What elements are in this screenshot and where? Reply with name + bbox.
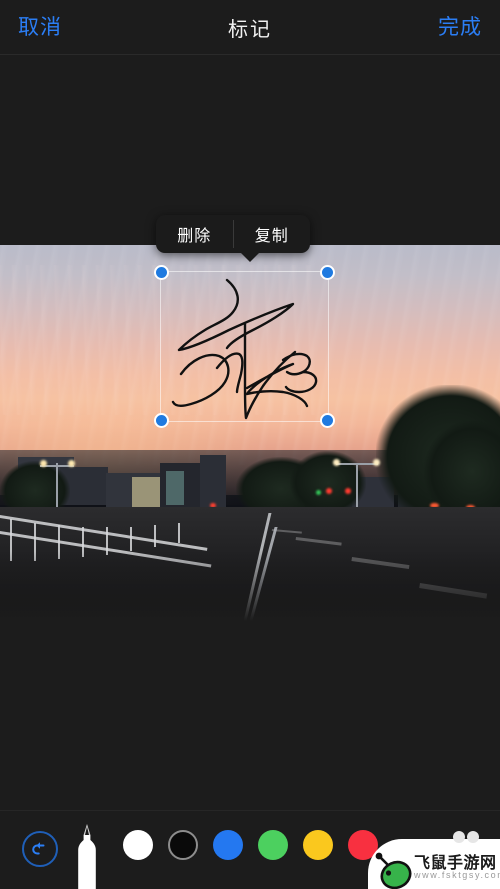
color-swatch-black[interactable] (168, 830, 198, 860)
street-lamp-pole (56, 463, 58, 513)
cancel-button[interactable]: 取消 (18, 17, 62, 38)
color-swatch-yellow[interactable] (303, 830, 333, 860)
color-swatch-blue[interactable] (213, 830, 243, 860)
site-watermark: 飞鼠手游网 www.fsktgsy.com (368, 825, 500, 889)
context-menu-item-delete[interactable]: 删除 (156, 215, 233, 253)
photo-markup-screen: 取消 标记 完成 删除 复制 飞鼠手游网 www.fsktgsy.com (0, 0, 500, 889)
context-menu-item-copy[interactable]: 复制 (234, 215, 311, 253)
selection-handle-top-right[interactable] (320, 265, 335, 280)
building-block (200, 455, 226, 509)
tree (290, 451, 366, 509)
lamp-light (333, 459, 340, 466)
traffic-light-red (345, 488, 351, 494)
sidewalk-fence-post (178, 523, 180, 543)
traffic-light-green (316, 490, 321, 495)
building-block (166, 471, 184, 505)
color-swatch-red[interactable] (348, 830, 378, 860)
selection-handle-bottom-left[interactable] (154, 413, 169, 428)
top-navigation-bar: 取消 标记 完成 (0, 0, 500, 55)
watermark-plate (368, 839, 500, 889)
color-swatch-green[interactable] (258, 830, 288, 860)
undo-button[interactable] (22, 831, 58, 867)
tree (424, 421, 500, 513)
marker-pen-icon (78, 824, 96, 889)
lamp-light (373, 459, 380, 466)
page-title: 标记 (228, 18, 272, 41)
sidewalk-fence-post (154, 525, 156, 547)
selection-handle-bottom-right[interactable] (320, 413, 335, 428)
sidewalk-fence-post (130, 527, 132, 551)
watermark-url: www.fsktgsy.com (414, 870, 500, 880)
marker-pen-tool[interactable] (74, 824, 100, 889)
mouse-logo-icon (375, 852, 412, 889)
context-menu: 删除 复制 (156, 215, 311, 262)
selection-handle-top-left[interactable] (154, 265, 169, 280)
selection-box[interactable] (154, 265, 335, 428)
markup-toolbar: 飞鼠手游网 www.fsktgsy.com (0, 810, 500, 889)
color-swatch-white[interactable] (123, 830, 153, 860)
mouse-ears-icon (453, 831, 479, 843)
context-menu-pointer (240, 252, 260, 262)
street-lamp-arm (336, 463, 378, 465)
building-block (132, 477, 160, 509)
undo-arrow-icon (32, 842, 45, 855)
lamp-light (68, 460, 75, 467)
photo-bottom-fade (0, 551, 500, 621)
watermark-title: 飞鼠手游网 (414, 855, 497, 872)
lamp-light (40, 460, 47, 467)
signature-drawing[interactable] (157, 268, 335, 428)
traffic-light-red (326, 488, 332, 494)
done-button[interactable]: 完成 (438, 17, 482, 38)
markup-canvas[interactable]: 删除 复制 (0, 55, 500, 810)
